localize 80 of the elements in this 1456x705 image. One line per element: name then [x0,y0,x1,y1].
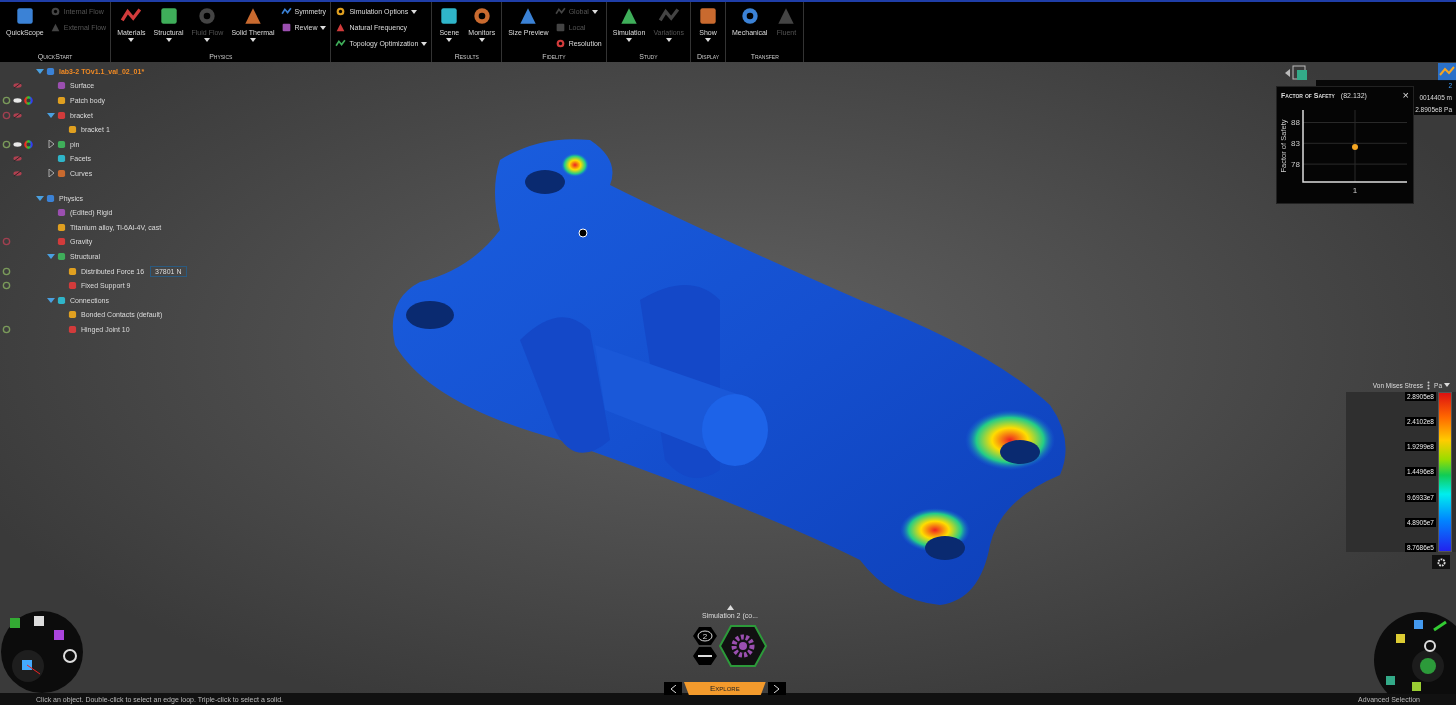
node-icon [57,208,66,218]
y-tick-label: 78 [1291,160,1300,170]
node-icon [57,168,66,178]
tool-icon [49,22,61,33]
node-icon [57,110,66,120]
status-ring-icon[interactable] [2,96,11,105]
settings-button[interactable] [1432,555,1450,569]
tool-icon [280,22,292,33]
simulation-gear-icon[interactable] [719,625,767,667]
monitors-chart-icon[interactable] [1438,63,1456,81]
tool-icon [335,38,347,49]
caret-icon [591,9,598,14]
node-icon [57,96,66,105]
node-icon [57,81,66,91]
y-tick-label: 88 [1291,118,1300,128]
node-icon [68,310,77,320]
caret-icon [204,38,211,42]
expanded-arrow-icon[interactable] [47,252,55,261]
tool-icon [335,22,347,33]
caret-icon [626,38,633,42]
status-ring-icon[interactable] [2,324,11,334]
status-ring-icon[interactable] [2,266,11,276]
eye-icon[interactable] [13,96,22,105]
close-button[interactable]: × [1402,90,1409,101]
caret-icon [705,38,711,42]
eye-icon[interactable] [13,139,22,149]
more-icon[interactable] [1427,380,1431,390]
expanded-arrow-icon[interactable] [36,67,44,76]
collapsed-arrow-icon[interactable] [47,140,55,149]
node-icon [46,193,55,203]
gear-icon [1436,557,1446,567]
tool-icon [554,6,566,17]
node-icon [68,125,77,135]
caret-icon [320,25,327,30]
color-wheel-icon[interactable] [24,139,33,149]
chevron-left-icon [670,684,676,693]
color-wheel-icon[interactable] [24,96,33,105]
node-icon [68,281,77,291]
tool-icon [335,6,347,17]
caret-icon [446,38,453,42]
minus-icon[interactable] [693,647,717,665]
scene-view-icon[interactable] [1285,64,1309,82]
node-icon [57,154,66,164]
status-ring-icon[interactable] [2,139,11,149]
x-tick-label: 1 [1352,186,1358,195]
caret-icon [421,41,428,46]
caret-icon [478,38,485,42]
status-ring-icon[interactable] [2,281,11,291]
node-icon [57,139,66,149]
caret-icon [128,38,135,42]
expanded-arrow-icon[interactable] [36,194,44,203]
data-point [1352,144,1358,151]
caret-icon [411,9,418,14]
node-icon [68,266,77,276]
tool-icon [554,38,566,49]
explore-tab[interactable]: Explore [684,682,766,695]
expand-arrow-icon[interactable] [726,605,734,610]
node-icon [57,251,66,261]
tool-icon [280,6,292,17]
collapsed-arrow-icon[interactable] [47,169,55,178]
caret-icon [165,38,172,42]
node-icon [68,324,77,334]
y-tick-label: 83 [1291,139,1300,149]
expanded-arrow-icon[interactable] [47,296,55,305]
node-icon [57,237,66,247]
node-icon [57,295,66,305]
previous-button[interactable] [664,682,682,695]
node-icon [57,222,66,232]
caret-icon [1444,383,1450,387]
node-icon [46,66,55,76]
navigation-wheel-drawing[interactable] [0,610,84,694]
simulation-count-icon[interactable]: 2 [693,627,717,645]
caret-icon [249,38,256,42]
chevron-right-icon [774,684,780,693]
caret-icon [665,38,672,42]
expanded-arrow-icon[interactable] [47,111,55,120]
tool-icon [697,5,719,27]
tool-icon [49,6,61,17]
next-button[interactable] [767,682,786,695]
tool-icon [554,22,566,33]
